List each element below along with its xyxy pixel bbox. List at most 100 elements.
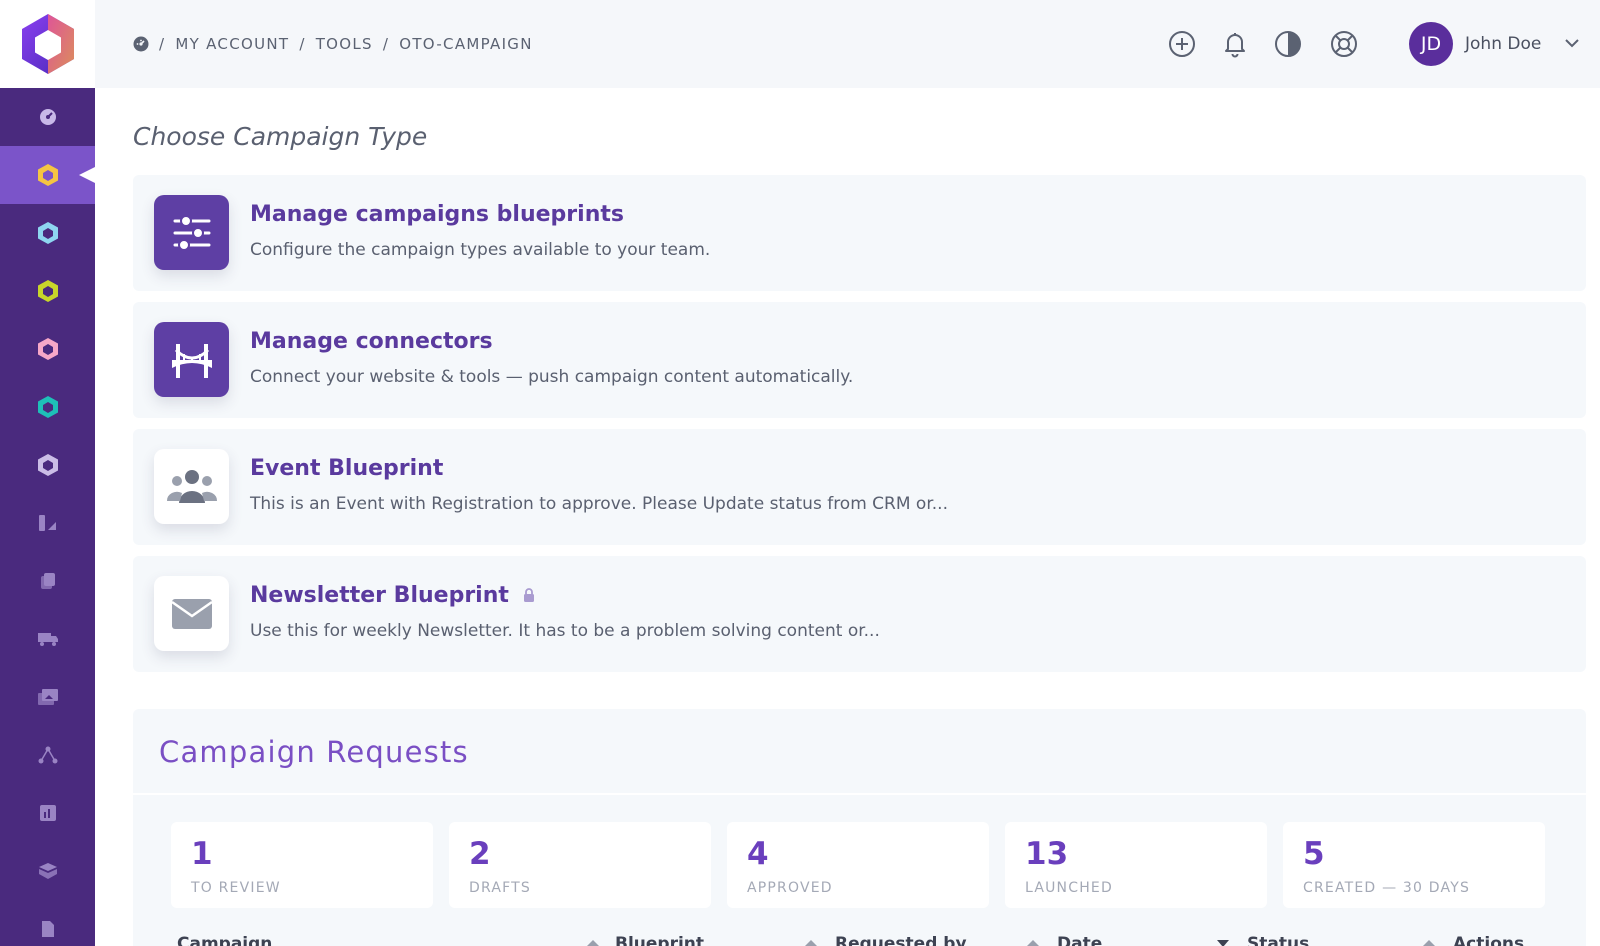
sidebar (0, 88, 95, 946)
stat-value: 2 (469, 836, 491, 872)
sort-icon[interactable] (1217, 940, 1229, 946)
breadcrumb-separator: / (299, 35, 306, 53)
sort-icon[interactable] (587, 940, 599, 946)
hexagon-icon (37, 454, 58, 476)
add-circle-icon (1169, 31, 1195, 57)
sidebar-item-files[interactable] (0, 900, 95, 946)
users-icon (154, 449, 229, 524)
stat-label: DRAFTS (469, 880, 531, 896)
stat-card-launched[interactable]: 13 LAUNCHED (1005, 822, 1267, 908)
sort-icon[interactable] (805, 940, 817, 946)
stat-value: 1 (191, 836, 213, 872)
sidebar-item-dashboard[interactable] (0, 88, 95, 146)
user-name[interactable]: John Doe (1465, 0, 1541, 88)
campaign-type-card[interactable]: Event Blueprint This is an Event with Re… (133, 429, 1586, 545)
breadcrumb: / MY ACCOUNT / TOOLS / OTO-CAMPAIGN (133, 0, 533, 88)
bridge-icon (154, 322, 229, 397)
box-icon (38, 863, 57, 879)
campaign-type-card[interactable]: Manage connectors Connect your website &… (133, 302, 1586, 418)
sidebar-item-hex-lavender[interactable] (0, 436, 95, 494)
network-icon (38, 746, 57, 764)
images-icon (37, 689, 58, 705)
breadcrumb-my-account[interactable]: MY ACCOUNT (175, 35, 289, 53)
sort-icon[interactable] (1027, 940, 1039, 946)
documents-icon (40, 573, 55, 589)
app-logo[interactable] (0, 0, 95, 88)
hexagon-icon (37, 222, 58, 244)
requests-header: Campaign Requests (133, 709, 1586, 795)
hexagon-logo-icon (21, 14, 74, 74)
stat-value: 13 (1025, 836, 1069, 872)
sidebar-item-delivery[interactable] (0, 610, 95, 668)
sliders-icon (154, 195, 229, 270)
card-title-text: Newsletter Blueprint (250, 583, 509, 608)
sidebar-item-campaigns[interactable] (0, 146, 95, 204)
avatar[interactable]: JD (1409, 22, 1453, 66)
column-header-requested-by[interactable]: Requested by (835, 934, 967, 946)
card-description: Use this for weekly Newsletter. It has t… (250, 621, 880, 641)
bell-icon (1225, 33, 1245, 58)
card-description: Configure the campaign types available t… (250, 240, 711, 260)
tools-icon (38, 515, 56, 531)
add-button[interactable] (1165, 27, 1199, 61)
campaign-requests-panel: Campaign Requests 1 TO REVIEW 2 DRAFTS 4… (133, 709, 1586, 946)
hexagon-icon (37, 164, 58, 186)
card-title: Manage connectors (250, 329, 493, 354)
hexagon-icon (37, 280, 58, 302)
card-title: Newsletter Blueprint (250, 583, 535, 608)
sidebar-item-hex-blue[interactable] (0, 204, 95, 262)
user-menu-toggle[interactable] (1563, 34, 1581, 56)
envelope-icon (154, 576, 229, 651)
column-header-actions[interactable]: Actions (1453, 934, 1524, 946)
sort-icon[interactable] (1423, 940, 1435, 946)
chart-icon (39, 805, 56, 821)
sidebar-item-media[interactable] (0, 668, 95, 726)
sidebar-item-hex-lime[interactable] (0, 262, 95, 320)
card-title: Manage campaigns blueprints (250, 202, 624, 227)
stat-value: 5 (1303, 836, 1325, 872)
section-title: Choose Campaign Type (133, 122, 428, 151)
hexagon-icon (37, 396, 58, 418)
lifebuoy-icon (1331, 31, 1357, 57)
sidebar-item-reports[interactable] (0, 784, 95, 842)
breadcrumb-tools[interactable]: TOOLS (316, 35, 373, 53)
breadcrumb-oto-campaign[interactable]: OTO-CAMPAIGN (399, 35, 533, 53)
sidebar-item-documents[interactable] (0, 552, 95, 610)
stat-card-created-30-days[interactable]: 5 CREATED — 30 DAYS (1283, 822, 1545, 908)
stat-label: LAUNCHED (1025, 880, 1113, 896)
breadcrumb-separator: / (159, 35, 166, 53)
contrast-icon (1275, 31, 1301, 57)
home-icon[interactable] (133, 36, 149, 52)
stat-label: CREATED — 30 DAYS (1303, 880, 1471, 896)
campaign-type-card[interactable]: Manage campaigns blueprints Configure th… (133, 175, 1586, 291)
help-button[interactable] (1327, 27, 1361, 61)
column-header-date[interactable]: Date (1057, 934, 1102, 946)
sidebar-item-network[interactable] (0, 726, 95, 784)
stat-card-drafts[interactable]: 2 DRAFTS (449, 822, 711, 908)
file-icon (41, 921, 54, 937)
breadcrumb-separator: / (382, 35, 390, 53)
column-header-blueprint[interactable]: Blueprint (615, 934, 704, 946)
stat-card-approved[interactable]: 4 APPROVED (727, 822, 989, 908)
sidebar-item-tools[interactable] (0, 494, 95, 552)
stat-card-to-review[interactable]: 1 TO REVIEW (171, 822, 433, 908)
sidebar-item-hex-teal[interactable] (0, 378, 95, 436)
stat-label: TO REVIEW (191, 880, 281, 896)
card-title: Event Blueprint (250, 456, 444, 481)
top-bar: / MY ACCOUNT / TOOLS / OTO-CAMPAIGN JD J… (95, 0, 1600, 88)
theme-toggle-button[interactable] (1271, 27, 1305, 61)
sidebar-item-hex-pink[interactable] (0, 320, 95, 378)
sidebar-item-products[interactable] (0, 842, 95, 900)
dashboard-icon (39, 109, 56, 125)
campaign-type-card[interactable]: Newsletter Blueprint Use this for weekly… (133, 556, 1586, 672)
column-header-campaign[interactable]: Campaign (177, 934, 272, 946)
notifications-button[interactable] (1218, 27, 1252, 61)
requests-title: Campaign Requests (159, 735, 469, 769)
lock-icon (523, 588, 535, 603)
card-description: This is an Event with Registration to ap… (250, 494, 948, 514)
card-description: Connect your website & tools — push camp… (250, 367, 854, 387)
stat-label: APPROVED (747, 880, 833, 896)
chevron-down-icon (1565, 39, 1579, 48)
column-header-status[interactable]: Status (1247, 934, 1309, 946)
hexagon-icon (37, 338, 58, 360)
